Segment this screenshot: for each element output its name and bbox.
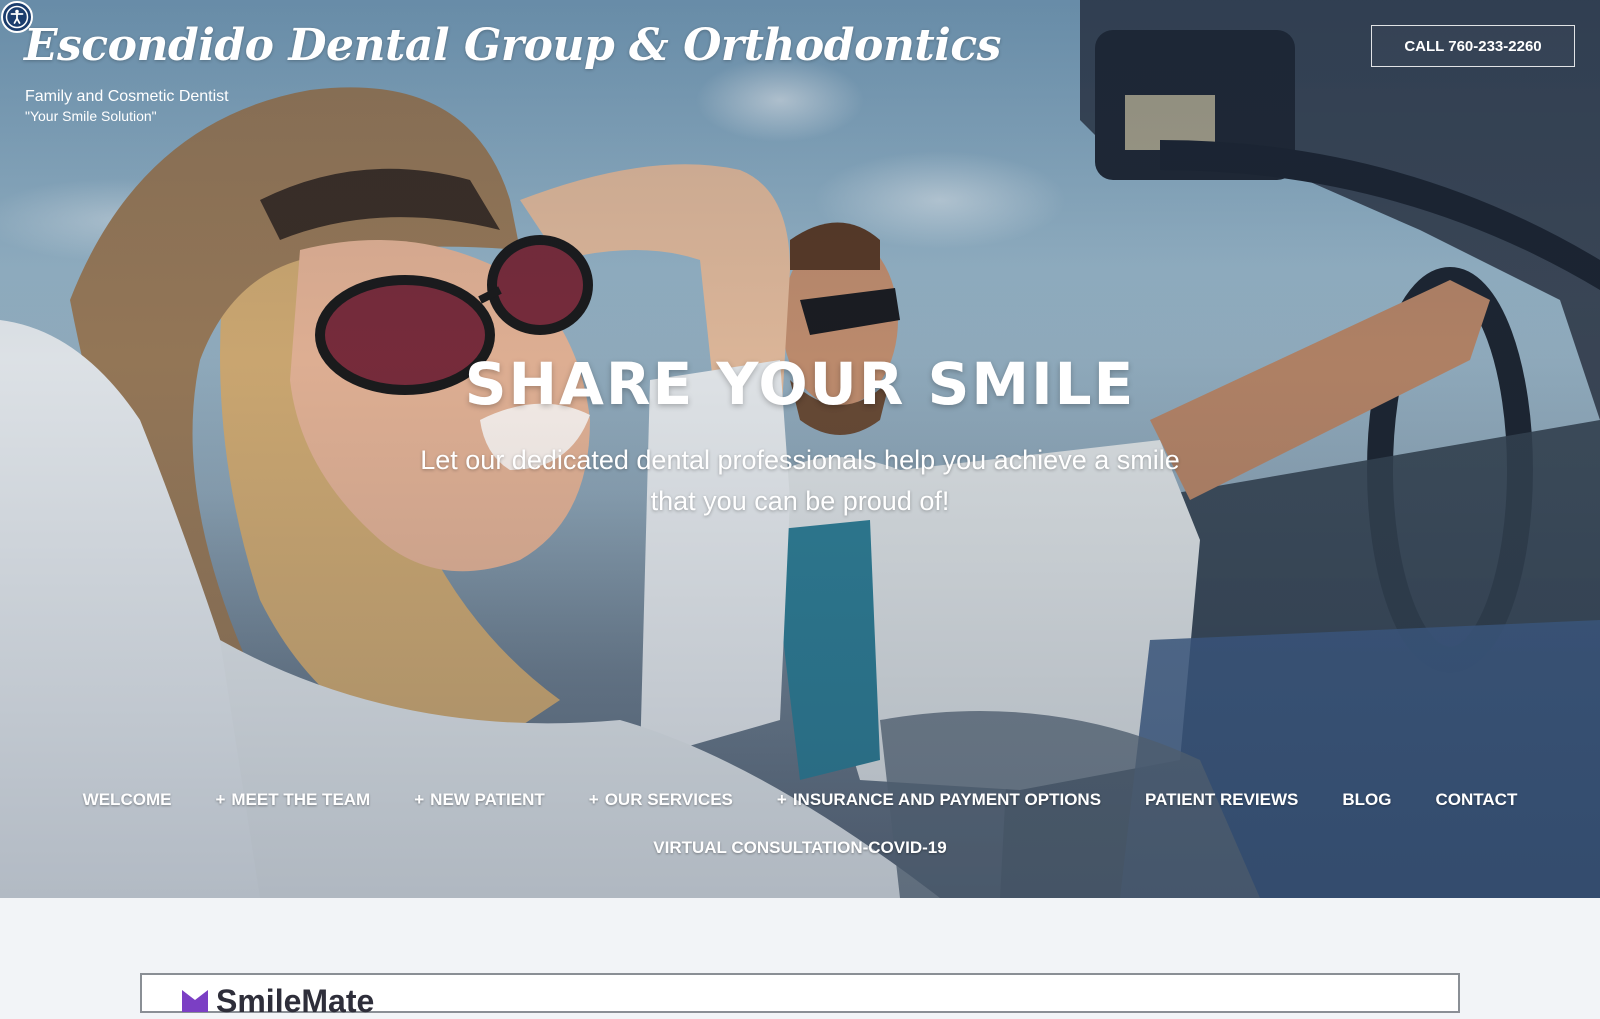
nav-item-label: OUR SERVICES (604, 790, 733, 809)
nav-item-label: CONTACT (1435, 790, 1518, 809)
site-title[interactable]: Escondido Dental Group & Orthodontics (24, 20, 1001, 71)
main-nav: WELCOME + MEET THE TEAM + NEW PATIENT + … (0, 790, 1600, 810)
nav-item-contact[interactable]: CONTACT (1435, 790, 1517, 810)
nav-item-label: PATIENT REVIEWS (1145, 790, 1299, 809)
nav-item-label: INSURANCE AND PAYMENT OPTIONS (792, 790, 1102, 809)
smilemate-logo-text: SmileMate (216, 983, 375, 1019)
nav-item-our-services[interactable]: + OUR SERVICES (589, 790, 733, 810)
nav-item-virtual-consultation[interactable]: VIRTUAL CONSULTATION-COVID-19 (653, 838, 946, 858)
main-nav-row-2: VIRTUAL CONSULTATION-COVID-19 (0, 838, 1600, 858)
hero-section: Escondido Dental Group & Orthodontics Fa… (0, 0, 1600, 898)
smilemate-logo: SmileMate (182, 985, 374, 1017)
nav-item-welcome[interactable]: WELCOME (83, 790, 172, 810)
nav-item-label: WELCOME (82, 790, 172, 809)
smilemate-card[interactable]: SmileMate (140, 973, 1460, 1017)
submenu-plus-icon: + (588, 790, 599, 809)
hero-subhead: Let our dedicated dental professionals h… (420, 445, 1180, 516)
submenu-plus-icon: + (215, 790, 226, 809)
nav-item-new-patient[interactable]: + NEW PATIENT (414, 790, 545, 810)
hero-headline: SHARE YOUR SMILE (464, 350, 1136, 418)
nav-item-blog[interactable]: BLOG (1342, 790, 1391, 810)
nav-item-insurance-payment[interactable]: + INSURANCE AND PAYMENT OPTIONS (777, 790, 1101, 810)
submenu-plus-icon: + (414, 790, 425, 809)
nav-item-patient-reviews[interactable]: PATIENT REVIEWS (1145, 790, 1298, 810)
submenu-plus-icon: + (776, 790, 787, 809)
nav-item-label: VIRTUAL CONSULTATION-COVID-19 (653, 838, 947, 857)
nav-item-label: NEW PATIENT (430, 790, 545, 809)
call-phone-button[interactable]: CALL 760-233-2260 (1371, 25, 1575, 67)
site-slogan: "Your Smile Solution" (25, 108, 157, 124)
smilemate-logo-icon (182, 990, 208, 1012)
nav-item-meet-the-team[interactable]: + MEET THE TEAM (215, 790, 370, 810)
nav-item-label: MEET THE TEAM (231, 790, 371, 809)
nav-item-label: BLOG (1342, 790, 1392, 809)
site-tagline: Family and Cosmetic Dentist (25, 88, 229, 105)
